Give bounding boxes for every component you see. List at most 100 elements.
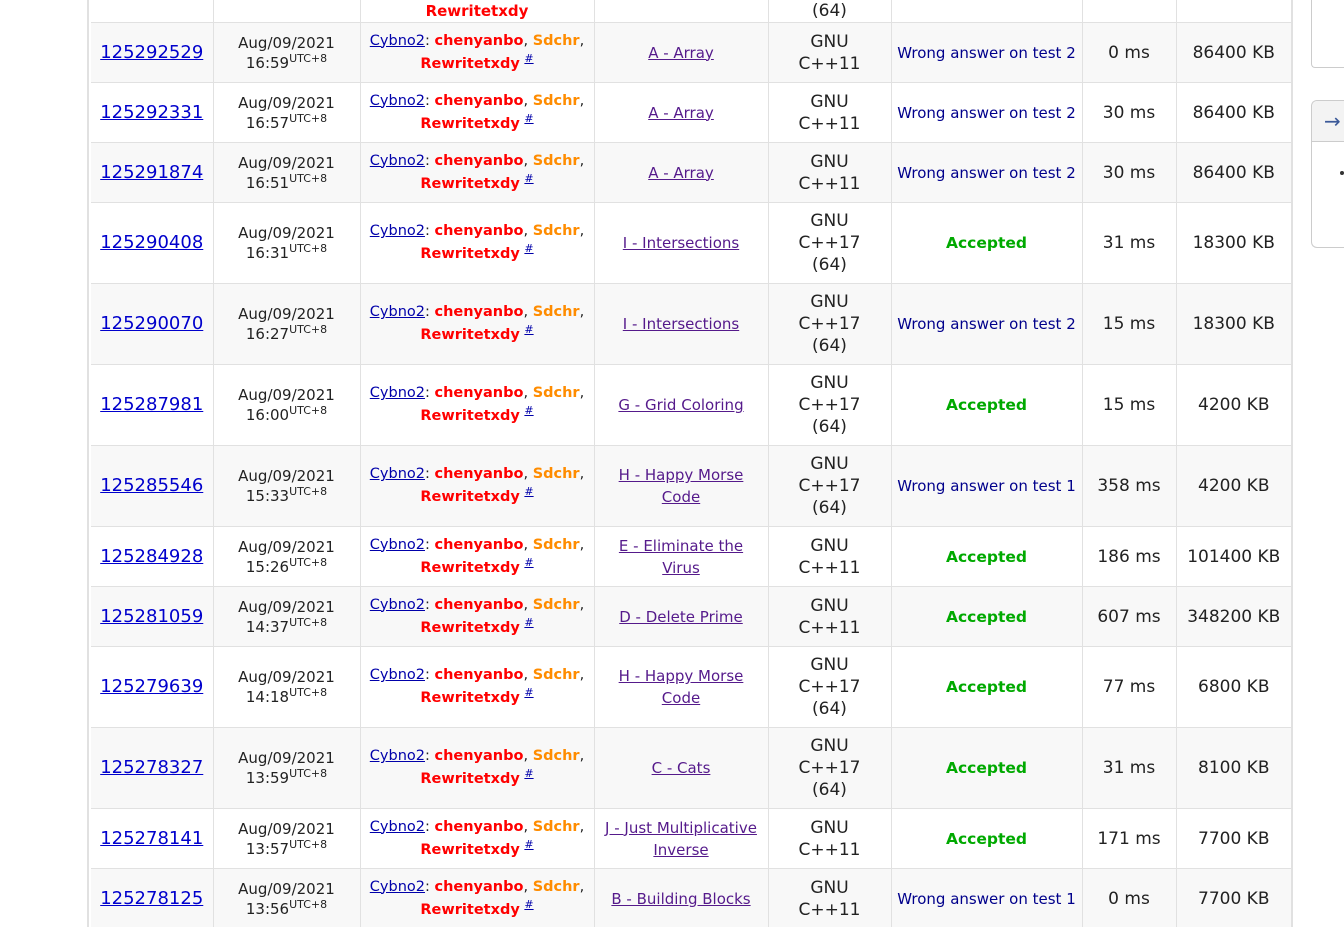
- verdict-text[interactable]: Wrong answer on test 2: [897, 104, 1075, 122]
- submission-id-link[interactable]: 125279639: [100, 676, 203, 697]
- problem-link[interactable]: G - Grid Coloring: [618, 396, 743, 414]
- submission-id-link[interactable]: 125292529: [100, 42, 203, 63]
- problem-link[interactable]: H - Happy Morse Code: [619, 667, 744, 707]
- hash-link[interactable]: #: [524, 616, 533, 629]
- verdict-text[interactable]: Wrong answer on test 1: [897, 477, 1075, 495]
- verdict-text[interactable]: Wrong answer on test 1: [897, 890, 1075, 908]
- member-link[interactable]: Rewritetxdy: [420, 560, 519, 576]
- hash-link[interactable]: #: [524, 485, 533, 498]
- member-link[interactable]: chenyanbo: [434, 819, 523, 835]
- verdict-text[interactable]: Accepted: [946, 830, 1027, 848]
- team-link[interactable]: Cybno2: [370, 748, 425, 764]
- submission-id-link[interactable]: 125278141: [100, 828, 203, 849]
- member-link[interactable]: Sdchr: [533, 385, 580, 401]
- member-link[interactable]: Rewritetxdy: [420, 690, 519, 706]
- team-link[interactable]: Cybno2: [370, 33, 425, 49]
- member-link[interactable]: chenyanbo: [434, 537, 523, 553]
- member-link[interactable]: Rewritetxdy: [420, 176, 519, 192]
- member-link[interactable]: Sdchr: [533, 153, 580, 169]
- member-link[interactable]: chenyanbo: [434, 223, 523, 239]
- member-link[interactable]: Sdchr: [533, 466, 580, 482]
- hash-link[interactable]: #: [524, 404, 533, 417]
- verdict-text[interactable]: Wrong answer on test 2: [897, 164, 1075, 182]
- submission-id-link[interactable]: 125291874: [100, 162, 203, 183]
- arrow-right-icon[interactable]: →: [1324, 109, 1341, 133]
- submission-id-link[interactable]: 125284928: [100, 546, 203, 567]
- submission-id-link[interactable]: 125285546: [100, 475, 203, 496]
- hash-link[interactable]: #: [524, 686, 533, 699]
- verdict-text[interactable]: Wrong answer on test 2: [897, 315, 1075, 333]
- hash-link[interactable]: #: [524, 172, 533, 185]
- submission-id-link[interactable]: 125278327: [100, 757, 203, 778]
- member-link[interactable]: Rewritetxdy: [420, 489, 519, 505]
- problem-link[interactable]: A - Array: [648, 44, 714, 62]
- member-link[interactable]: Rewritetxdy: [420, 771, 519, 787]
- member-link[interactable]: chenyanbo: [434, 33, 523, 49]
- team-link[interactable]: Cybno2: [370, 93, 425, 109]
- team-link[interactable]: Cybno2: [370, 385, 425, 401]
- problem-link[interactable]: E - Eliminate the Virus: [619, 537, 743, 577]
- hash-link[interactable]: #: [524, 556, 533, 569]
- hash-link[interactable]: #: [524, 767, 533, 780]
- team-link[interactable]: Cybno2: [370, 537, 425, 553]
- member-link[interactable]: chenyanbo: [434, 597, 523, 613]
- verdict-text[interactable]: Accepted: [946, 608, 1027, 626]
- hash-link[interactable]: #: [524, 112, 533, 125]
- hash-link[interactable]: #: [524, 898, 533, 911]
- verdict-text[interactable]: Accepted: [946, 678, 1027, 696]
- member-link[interactable]: Sdchr: [533, 304, 580, 320]
- member-link[interactable]: Rewritetxdy: [420, 116, 519, 132]
- member-link[interactable]: chenyanbo: [434, 667, 523, 683]
- member-link[interactable]: chenyanbo: [434, 385, 523, 401]
- member-link[interactable]: Rewritetxdy: [420, 327, 519, 343]
- member-link[interactable]: Rewritetxdy: [420, 842, 519, 858]
- submission-id-link[interactable]: 125281059: [100, 606, 203, 627]
- hash-link[interactable]: #: [524, 242, 533, 255]
- problem-link[interactable]: J - Just Multiplicative Inverse: [605, 819, 757, 859]
- member-link[interactable]: Sdchr: [533, 879, 580, 895]
- problem-link[interactable]: I - Intersections: [623, 234, 739, 252]
- team-link[interactable]: Cybno2: [370, 819, 425, 835]
- member-link[interactable]: Sdchr: [533, 597, 580, 613]
- member-link[interactable]: Rewritetxdy: [420, 620, 519, 636]
- problem-link[interactable]: C - Cats: [652, 759, 711, 777]
- team-link[interactable]: Cybno2: [370, 667, 425, 683]
- hash-link[interactable]: #: [524, 323, 533, 336]
- submission-id-link[interactable]: 125292331: [100, 102, 203, 123]
- member-link[interactable]: Rewritetxdy: [420, 408, 519, 424]
- member-link[interactable]: Sdchr: [533, 93, 580, 109]
- member-link[interactable]: chenyanbo: [434, 748, 523, 764]
- member-link[interactable]: chenyanbo: [434, 93, 523, 109]
- verdict-text[interactable]: Accepted: [946, 234, 1027, 252]
- member-link[interactable]: Sdchr: [533, 667, 580, 683]
- team-link[interactable]: Cybno2: [370, 304, 425, 320]
- member-link[interactable]: Rewritetxdy: [420, 902, 519, 918]
- submission-id-link[interactable]: 125290070: [100, 313, 203, 334]
- problem-link[interactable]: B - Building Blocks: [611, 890, 750, 908]
- member-link[interactable]: Sdchr: [533, 223, 580, 239]
- member-link[interactable]: chenyanbo: [434, 466, 523, 482]
- member-link[interactable]: Sdchr: [533, 537, 580, 553]
- member-link[interactable]: Rewritetxdy: [420, 56, 519, 72]
- team-link[interactable]: Cybno2: [370, 879, 425, 895]
- submission-id-link[interactable]: 125278125: [100, 888, 203, 909]
- hash-link[interactable]: #: [524, 52, 533, 65]
- verdict-text[interactable]: Accepted: [946, 759, 1027, 777]
- problem-link[interactable]: A - Array: [648, 104, 714, 122]
- team-link[interactable]: Cybno2: [370, 223, 425, 239]
- team-link[interactable]: Cybno2: [370, 153, 425, 169]
- member-link[interactable]: chenyanbo: [434, 879, 523, 895]
- problem-link[interactable]: H - Happy Morse Code: [619, 466, 744, 506]
- submission-id-link[interactable]: 125290408: [100, 232, 203, 253]
- verdict-text[interactable]: Accepted: [946, 396, 1027, 414]
- hash-link[interactable]: #: [524, 838, 533, 851]
- member-link[interactable]: Sdchr: [533, 33, 580, 49]
- problem-link[interactable]: A - Array: [648, 164, 714, 182]
- member-link[interactable]: Rewritetxdy: [420, 246, 519, 262]
- member-link[interactable]: Sdchr: [533, 748, 580, 764]
- submission-id-link[interactable]: 125287981: [100, 394, 203, 415]
- team-link[interactable]: Cybno2: [370, 597, 425, 613]
- team-link[interactable]: Cybno2: [370, 466, 425, 482]
- member-link[interactable]: Sdchr: [533, 819, 580, 835]
- verdict-text[interactable]: Wrong answer on test 2: [897, 44, 1075, 62]
